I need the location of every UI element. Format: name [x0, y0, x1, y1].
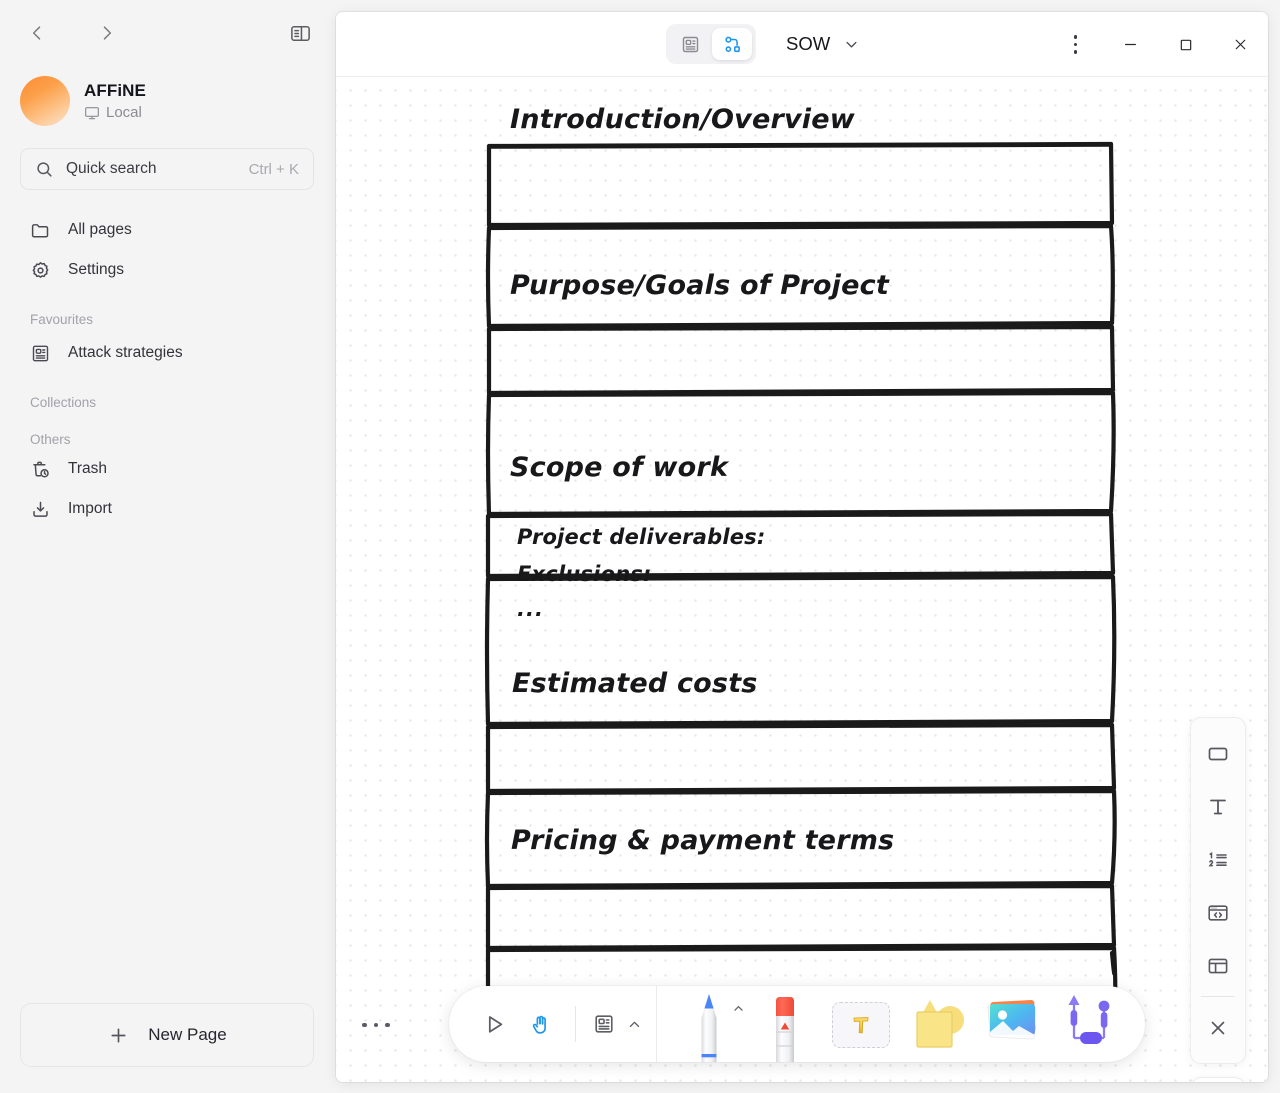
hand-icon[interactable] [517, 1001, 563, 1047]
select-arrow-icon[interactable] [471, 1001, 517, 1047]
toolbar-divider [1201, 996, 1235, 997]
sketch-text-estimated-costs[interactable]: Estimated costs [512, 668, 758, 699]
document-title[interactable]: SOW [786, 33, 861, 55]
chevron-up-icon[interactable] [627, 1017, 642, 1032]
main-window: SOW Introduction/Overview Purpose/Goals … [336, 12, 1268, 1082]
connector-frame-icon [1068, 995, 1110, 1044]
code-block-icon[interactable] [1196, 886, 1240, 939]
trash-icon [30, 459, 51, 480]
workspace-status-label: Local [106, 104, 142, 121]
quick-search-shortcut: Ctrl + K [248, 160, 299, 178]
right-toolbar [1190, 717, 1246, 1064]
text-glyph-icon [853, 1017, 869, 1034]
note-tool[interactable] [588, 1008, 642, 1040]
page-mode-button[interactable] [670, 28, 710, 60]
app-root: AFFiNE Local Quick search Ctrl + K All p… [0, 0, 1280, 1093]
gear-icon [30, 260, 51, 281]
chevron-up-icon[interactable] [732, 1002, 745, 1018]
workspace-name: AFFiNE [84, 81, 146, 100]
back-arrow-icon[interactable] [22, 18, 52, 48]
toolbar-separator [575, 1006, 576, 1042]
minimize-icon[interactable] [1103, 12, 1158, 77]
media-tool[interactable] [975, 986, 1051, 1062]
eraser-tool[interactable] [747, 986, 823, 1062]
sidebar-item-label: All pages [68, 221, 132, 238]
edgeless-mode-button[interactable] [712, 28, 752, 60]
sidebar-item-trash[interactable]: Trash [16, 449, 318, 489]
note-rectangle-icon[interactable] [1196, 727, 1240, 780]
search-icon [35, 160, 54, 179]
pen-icon [701, 994, 717, 1062]
edgeless-toolbar [449, 986, 1145, 1062]
sidebar-item-label: Import [68, 500, 112, 517]
sidebar-item-label: Settings [68, 261, 125, 278]
forward-arrow-icon[interactable] [92, 18, 122, 48]
layout-template-icon[interactable] [1196, 939, 1240, 992]
sketch-text-scope[interactable]: Scope of work [510, 452, 728, 483]
sketch-text-purpose[interactable]: Purpose/Goals of Project [510, 270, 889, 301]
connector-tool[interactable] [1051, 986, 1127, 1062]
close-icon[interactable] [1213, 12, 1268, 77]
image-media-icon [987, 1000, 1037, 1040]
sketch-text-pricing[interactable]: Pricing & payment terms [511, 825, 894, 856]
quick-search-input[interactable]: Quick search Ctrl + K [20, 148, 314, 190]
pen-tool[interactable] [671, 986, 747, 1062]
import-icon [30, 499, 51, 520]
window-titlebar: SOW [336, 12, 1268, 77]
help-question-icon[interactable] [1190, 1077, 1246, 1082]
new-page-button[interactable]: New Page [20, 1003, 314, 1067]
sidebar-item-settings[interactable]: Settings [16, 250, 318, 290]
page-icon [30, 343, 51, 364]
sidebar: AFFiNE Local Quick search Ctrl + K All p… [0, 0, 334, 1093]
sidebar-topbar [0, 0, 334, 66]
workspace-selector[interactable]: AFFiNE Local [0, 66, 334, 126]
shapes-icon [916, 1000, 964, 1048]
sidebar-nav: All pages Settings Favourites Attack str… [0, 210, 334, 529]
editor-mode-switch [666, 24, 756, 64]
quick-search-label: Quick search [66, 160, 157, 177]
note-icon[interactable] [588, 1008, 620, 1040]
text-tool-icon [832, 1002, 890, 1048]
toolbar-divider-vertical [656, 986, 657, 1062]
window-controls [1048, 12, 1268, 77]
plus-icon [107, 1024, 130, 1047]
maximize-icon[interactable] [1158, 12, 1213, 77]
eraser-icon [776, 997, 794, 1062]
shapes-tool[interactable] [899, 986, 975, 1062]
monitor-icon [84, 105, 100, 121]
chevron-down-icon[interactable] [842, 35, 861, 54]
sketch-text-introduction[interactable]: Introduction/Overview [510, 104, 855, 135]
workspace-status: Local [84, 104, 146, 121]
new-page-label: New Page [148, 1025, 227, 1044]
sidebar-item-import[interactable]: Import [16, 489, 318, 529]
close-x-icon[interactable] [1196, 1001, 1240, 1054]
sidebar-toggle-icon[interactable] [284, 17, 316, 49]
document-title-text: SOW [786, 33, 831, 54]
sidebar-item-all-pages[interactable]: All pages [16, 210, 318, 250]
text-tool[interactable] [823, 986, 899, 1062]
folder-icon [30, 220, 51, 241]
sketch-text-deliverables[interactable]: Project deliverables: [517, 525, 765, 549]
numbered-list-icon[interactable] [1196, 833, 1240, 886]
group-title-others: Others [30, 432, 71, 447]
group-title-favourites: Favourites [30, 312, 94, 327]
sidebar-item-label: Trash [68, 460, 108, 477]
more-vertical-icon[interactable] [1048, 12, 1103, 77]
group-title-collections: Collections [30, 395, 97, 410]
text-t-icon[interactable] [1196, 780, 1240, 833]
sketch-text-exclusions[interactable]: Exclusions: [517, 562, 652, 586]
canvas-overflow-dots[interactable] [362, 1022, 390, 1027]
sketch-blocks [484, 141, 1118, 1028]
sidebar-item-attack-strategies[interactable]: Attack strategies [16, 333, 318, 373]
edgeless-canvas[interactable]: Introduction/Overview Purpose/Goals of P… [336, 77, 1268, 1082]
sketch-text-ellipsis[interactable]: ... [517, 597, 544, 621]
workspace-avatar [20, 76, 70, 126]
sidebar-item-label: Attack strategies [68, 344, 183, 361]
